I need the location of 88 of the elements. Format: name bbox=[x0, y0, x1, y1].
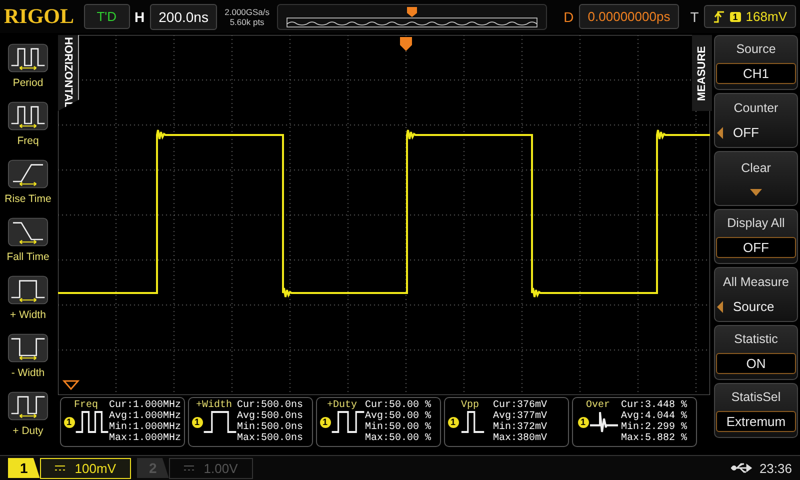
menu-title: Counter bbox=[734, 101, 778, 115]
measure-label: Period bbox=[12, 77, 44, 89]
menu-item[interactable]: Clear bbox=[714, 151, 798, 206]
measurement-value: Min:50.00 % bbox=[365, 422, 432, 433]
measurement-name: +Duty bbox=[326, 400, 357, 411]
measurement-name: Freq bbox=[74, 400, 98, 411]
measurement-value: Max:5.882 % bbox=[621, 433, 688, 444]
menu-value: ON bbox=[716, 352, 796, 374]
sample-rate: 2.000GSa/s bbox=[224, 6, 270, 16]
menu-value: Source bbox=[733, 299, 774, 314]
menu-title: StatisSel bbox=[731, 390, 781, 404]
ground-marker bbox=[62, 380, 80, 390]
menu-item[interactable]: Counter OFF bbox=[714, 93, 798, 148]
measurement-name: Over bbox=[586, 400, 610, 411]
horizontal-tab[interactable]: HORIZONTAL bbox=[58, 35, 79, 111]
dc-coupling-icon bbox=[54, 465, 65, 471]
measurement-name: +Width bbox=[196, 400, 232, 411]
measurement-value: Cur:1.000MHz bbox=[109, 400, 182, 411]
menu-item[interactable]: Source CH1 bbox=[714, 35, 798, 90]
measurement-value: Avg:1.000MHz bbox=[109, 411, 182, 422]
delay-value: 0.00000000ps bbox=[578, 4, 680, 29]
measurement-value: Avg:500.0ns bbox=[237, 411, 304, 422]
usb-icon bbox=[731, 463, 754, 473]
measure-label: Rise Time bbox=[4, 193, 52, 205]
measure-tab[interactable]: MEASURE bbox=[692, 35, 712, 111]
pulse-icon bbox=[202, 411, 236, 433]
clock-time: 23:36 bbox=[759, 460, 792, 476]
channel-tab[interactable]: 1 bbox=[8, 458, 40, 478]
measurement-value: Max:50.00 % bbox=[365, 433, 432, 444]
menu-value: CH1 bbox=[716, 62, 796, 84]
measure-label: + Width bbox=[10, 309, 46, 321]
menu-title: Display All bbox=[727, 216, 785, 230]
timebase-label: H bbox=[134, 8, 145, 24]
measurement-value: Min:372mV bbox=[493, 422, 548, 433]
caret-icon bbox=[750, 189, 762, 196]
channel-badge: 1 bbox=[192, 416, 202, 428]
run-status: T'D bbox=[84, 4, 130, 29]
rising-edge-icon bbox=[712, 10, 725, 24]
menu-title: Statistic bbox=[734, 332, 778, 346]
brand-logo: RIGOL bbox=[4, 4, 76, 29]
measurement-value: Cur:50.00 % bbox=[365, 400, 432, 411]
measurement-value: Avg:377mV bbox=[493, 411, 548, 422]
delay-label: D bbox=[564, 8, 574, 24]
memory-depth: 5.60k pts bbox=[230, 16, 264, 26]
pulse-icon bbox=[588, 411, 618, 433]
measurement-value: Avg:4.044 % bbox=[621, 411, 688, 422]
arrow-left-icon bbox=[717, 126, 723, 138]
menu-item[interactable]: All Measure Source bbox=[714, 267, 798, 322]
channel-scale-box[interactable]: 100mV bbox=[40, 458, 131, 478]
menu-item[interactable]: Display All OFF bbox=[714, 209, 798, 264]
menu-item[interactable]: StatisSel Extremum bbox=[714, 383, 798, 438]
channel-scale: 100mV bbox=[74, 460, 116, 476]
trigger-channel: 1 bbox=[730, 12, 741, 22]
measurement-value: Min:2.299 % bbox=[621, 422, 688, 433]
measurement-value: Max:1.000MHz bbox=[109, 433, 182, 444]
pulse-icon bbox=[74, 411, 108, 433]
measurement-value: Cur:376mV bbox=[493, 400, 548, 411]
menu-value: OFF bbox=[733, 125, 759, 140]
trigger-level: 168mV bbox=[746, 9, 787, 24]
measure-label: - Width bbox=[11, 367, 45, 379]
channel-scale: 1.00V bbox=[204, 460, 238, 476]
measurement-value: Cur:500.0ns bbox=[237, 400, 304, 411]
pulse-icon bbox=[330, 411, 364, 433]
measurement-name: Vpp bbox=[460, 400, 479, 411]
timebase-value: 200.0ns bbox=[150, 4, 218, 30]
channel-badge: 1 bbox=[448, 416, 458, 428]
arrow-left-icon bbox=[717, 300, 723, 312]
measure-label: Fall Time bbox=[6, 251, 50, 263]
menu-value: OFF bbox=[716, 236, 796, 258]
measure-label: Freq bbox=[17, 135, 39, 147]
measure-label: + Duty bbox=[12, 425, 44, 437]
menu-title: Source bbox=[736, 42, 776, 56]
channel-badge: 1 bbox=[578, 416, 588, 428]
measurement-value: Min:1.000MHz bbox=[109, 422, 182, 433]
trigger-label: T bbox=[690, 8, 699, 24]
menu-title: All Measure bbox=[723, 275, 789, 289]
measurement-value: Cur:3.448 % bbox=[621, 400, 688, 411]
dc-coupling-icon bbox=[184, 465, 194, 471]
trigger-marker bbox=[400, 37, 412, 51]
measurement-value: Max:500.0ns bbox=[237, 433, 304, 444]
measurement-value: Avg:50.00 % bbox=[365, 411, 432, 422]
channel-badge: 1 bbox=[64, 416, 74, 428]
channel-badge: 1 bbox=[320, 416, 330, 428]
measurement-value: Max:380mV bbox=[493, 433, 548, 444]
menu-item[interactable]: Statistic ON bbox=[714, 325, 798, 380]
menu-title: Clear bbox=[741, 161, 771, 175]
measurement-value: Min:500.0ns bbox=[237, 422, 304, 433]
menu-value: Extremum bbox=[716, 410, 796, 432]
